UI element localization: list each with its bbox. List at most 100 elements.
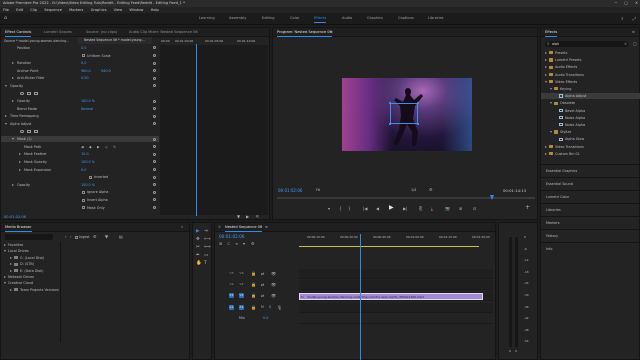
- filter-icon[interactable]: ▼: [237, 214, 240, 219]
- keyframe-toggle-icon[interactable]: [153, 99, 156, 103]
- keyframe-toggle-icon[interactable]: [153, 137, 156, 141]
- clear-search-icon[interactable]: ✕: [624, 41, 627, 47]
- program-scrub-bar[interactable]: [277, 195, 535, 200]
- expand-toggle-icon[interactable]: [19, 161, 21, 163]
- mask-track-control-icon[interactable]: ◇: [105, 144, 108, 150]
- close-tab-icon[interactable]: ✕: [218, 225, 221, 229]
- track-lane-v3[interactable]: [299, 269, 493, 279]
- track-lane-a1[interactable]: [299, 303, 493, 313]
- menu-icon[interactable]: ≡: [330, 30, 333, 35]
- panel-section-history[interactable]: History: [541, 229, 640, 241]
- expand-toggle-icon[interactable]: [545, 66, 547, 69]
- media-browser-item[interactable]: Local Drives: [1, 248, 61, 254]
- keyframe-toggle-icon[interactable]: [153, 205, 156, 209]
- effects-tree-item[interactable]: Video Effects: [541, 79, 640, 85]
- view-icon[interactable]: ▤: [119, 234, 123, 239]
- program-playhead[interactable]: [490, 195, 494, 200]
- track-lane-mix[interactable]: [299, 314, 493, 324]
- safe-margins-button[interactable]: ⊡: [473, 206, 476, 211]
- ec-playhead[interactable]: [196, 44, 197, 216]
- sequence-selector[interactable]: Nested Sequence 06 * model-young...: [78, 37, 152, 44]
- media-browser-item[interactable]: Team Projects Versions: [1, 287, 61, 293]
- step-back-button[interactable]: ◀: [376, 206, 379, 211]
- sync-lock-icon[interactable]: ⇄: [261, 271, 264, 276]
- keyframe-toggle-icon[interactable]: [153, 145, 156, 149]
- panel-section-markers[interactable]: Markers: [541, 216, 640, 228]
- expand-toggle-icon[interactable]: [19, 168, 21, 171]
- work-area-bar[interactable]: [299, 246, 479, 247]
- play-button[interactable]: ▶: [389, 205, 394, 211]
- tab-effects[interactable]: Effects: [545, 30, 558, 37]
- tab-media-browser[interactable]: Media Browser: [5, 225, 32, 232]
- panel-section-libraries[interactable]: Libraries: [541, 203, 640, 215]
- video-frame[interactable]: [342, 78, 472, 151]
- ec-property-row[interactable]: Anti-flicker Filter 0.00: [1, 75, 159, 81]
- lock-icon[interactable]: 🔒: [251, 282, 256, 287]
- workspace-color[interactable]: Color: [290, 16, 299, 20]
- panel-section-info[interactable]: Info: [541, 242, 640, 254]
- workspace-effects[interactable]: Effects: [314, 16, 327, 23]
- panel-menu-icon[interactable]: ≡: [632, 30, 635, 35]
- add-marker-icon[interactable]: ▾: [243, 241, 245, 246]
- fullscreen-icon[interactable]: ⤢: [633, 16, 636, 21]
- selection-tool-icon[interactable]: ▶: [196, 229, 200, 234]
- ec-property-row[interactable]: Time Remapping: [1, 113, 159, 119]
- workspace-audio[interactable]: Audio: [342, 16, 352, 20]
- ec-property-row[interactable]: Uniform Scale: [1, 53, 159, 59]
- ec-property-row[interactable]: Position 0.0: [1, 45, 159, 51]
- share-icon[interactable]: ⇪: [621, 16, 624, 21]
- rect-mask-icon[interactable]: [27, 129, 31, 133]
- razor-tool-icon[interactable]: ✂: [196, 245, 200, 250]
- property-checkbox[interactable]: [89, 175, 92, 179]
- lift-button[interactable]: ⎘: [419, 206, 422, 211]
- expand-toggle-icon[interactable]: [550, 88, 552, 90]
- lock-icon[interactable]: 🔒: [251, 305, 256, 310]
- timeline-settings-icon[interactable]: ⚙: [251, 241, 255, 246]
- menu-window[interactable]: Window: [129, 8, 143, 12]
- export-icon[interactable]: ⇱: [256, 214, 259, 219]
- effects-tree-item[interactable]: Stylize: [541, 129, 640, 135]
- media-browser-item[interactable]: D: (STB): [1, 261, 61, 267]
- mark-out-button[interactable]: }: [348, 206, 351, 211]
- menu-edit[interactable]: Edit: [16, 8, 23, 12]
- hand-tool-icon[interactable]: ✋: [196, 261, 202, 266]
- tab-lumetri-scopes[interactable]: Lumetri Scopes: [44, 30, 72, 34]
- menu-graphics[interactable]: Graphics: [91, 8, 107, 12]
- expand-toggle-icon[interactable]: [545, 59, 547, 62]
- expand-toggle-icon[interactable]: [4, 282, 6, 285]
- ec-property-row[interactable]: Rotation 0.0: [1, 60, 159, 66]
- mute-icon[interactable]: M: [261, 305, 264, 310]
- expand-toggle-icon[interactable]: [12, 138, 14, 141]
- effects-tree-item[interactable]: Noise Alpha: [541, 122, 640, 128]
- menu-markers[interactable]: Markers: [69, 8, 83, 12]
- keyframe-toggle-icon[interactable]: [153, 175, 156, 179]
- mask-vertex[interactable]: [389, 123, 391, 125]
- expand-toggle-icon[interactable]: [10, 256, 12, 259]
- expand-toggle-icon[interactable]: [10, 288, 12, 291]
- source-patch-v3[interactable]: V3: [229, 271, 234, 276]
- keyframe-toggle-icon[interactable]: [153, 107, 156, 111]
- effects-tree-item[interactable]: Lumetri Presets: [541, 57, 640, 63]
- expand-toggle-icon[interactable]: [5, 115, 7, 118]
- close-button[interactable]: ✕: [635, 1, 638, 5]
- ec-property-row[interactable]: Inverted: [1, 174, 159, 180]
- snap-icon[interactable]: ⊂: [227, 241, 230, 246]
- ec-property-row[interactable]: Opacity 100.0 %: [1, 98, 159, 104]
- effects-tree-item[interactable]: Alpha Glow: [541, 136, 640, 142]
- keyframe-toggle-icon[interactable]: [153, 69, 156, 73]
- expand-toggle-icon[interactable]: [12, 100, 14, 103]
- property-checkbox[interactable]: [82, 190, 85, 194]
- add-marker-button[interactable]: ▾: [328, 206, 330, 211]
- expand-toggle-icon[interactable]: [12, 77, 14, 80]
- solo-icon[interactable]: S: [269, 305, 271, 310]
- ec-property-row[interactable]: Blend Mode Normal: [1, 106, 159, 112]
- ec-property-value[interactable]: 100.0 %: [81, 182, 95, 188]
- expand-toggle-icon[interactable]: [4, 244, 6, 246]
- expand-toggle-icon[interactable]: [545, 152, 547, 155]
- track-target-a1[interactable]: A1: [239, 305, 244, 310]
- expand-toggle-icon[interactable]: [19, 153, 21, 156]
- effects-search[interactable]: ⚲ ✕: [545, 41, 629, 47]
- mask-vertex[interactable]: [417, 123, 419, 125]
- playback-resolution-select[interactable]: 1/4: [411, 188, 416, 192]
- workspace-assembly[interactable]: Assembly: [229, 16, 246, 20]
